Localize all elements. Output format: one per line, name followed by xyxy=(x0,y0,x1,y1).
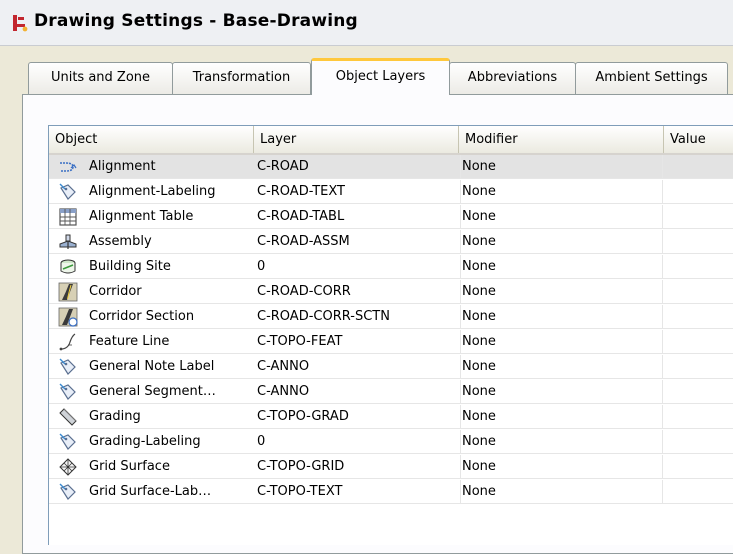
modifier-cell[interactable]: None xyxy=(460,255,660,278)
label-icon xyxy=(58,382,78,402)
label-icon xyxy=(58,482,78,502)
modifier-cell[interactable]: None xyxy=(460,330,660,353)
object-cell: Grid Surface-Lab… xyxy=(89,484,212,499)
table-row[interactable]: Grid Surface C-TOPO-GRID None xyxy=(49,455,733,479)
label-icon xyxy=(58,357,78,377)
modifier-cell[interactable]: None xyxy=(460,405,660,428)
table-row[interactable]: Feature Line C-TOPO-FEAT None xyxy=(49,330,733,354)
value-cell[interactable] xyxy=(662,430,733,453)
modifier-cell[interactable]: None xyxy=(460,455,660,478)
object-cell: Assembly xyxy=(89,234,152,249)
alignment-icon xyxy=(58,157,78,177)
modifier-cell[interactable]: None xyxy=(460,430,660,453)
tab-ambient-settings[interactable]: Ambient Settings xyxy=(575,62,728,94)
value-cell[interactable] xyxy=(662,380,733,403)
table-row[interactable]: Alignment C-ROAD None xyxy=(49,155,733,179)
value-cell[interactable] xyxy=(662,305,733,328)
table-row[interactable]: Corridor C-ROAD-CORR None xyxy=(49,280,733,304)
value-cell[interactable] xyxy=(662,355,733,378)
object-cell: General Segment… xyxy=(89,384,216,399)
value-cell[interactable] xyxy=(662,330,733,353)
value-cell[interactable] xyxy=(662,205,733,228)
grading-icon xyxy=(58,407,78,427)
layer-cell[interactable]: C-ROAD xyxy=(257,155,457,178)
table-icon xyxy=(58,207,78,227)
modifier-cell[interactable]: None xyxy=(460,305,660,328)
table-row[interactable]: Grid Surface-Lab… C-TOPO-TEXT None xyxy=(49,480,733,504)
layer-cell[interactable]: C-TOPO-TEXT xyxy=(257,480,457,503)
table-row[interactable]: Grading-Labeling 0 None xyxy=(49,430,733,454)
table-row[interactable]: Grading C-TOPO-GRAD None xyxy=(49,405,733,429)
layer-cell[interactable]: C-ANNO xyxy=(257,355,457,378)
object-cell: Grid Surface xyxy=(89,459,170,474)
object-cell: Corridor Section xyxy=(89,309,195,324)
value-cell[interactable] xyxy=(662,480,733,503)
layer-cell[interactable]: 0 xyxy=(257,430,457,453)
modifier-cell[interactable]: None xyxy=(460,230,660,253)
table-header: Object Layer Modifier Value xyxy=(49,126,733,155)
grid-surface-icon xyxy=(58,457,78,477)
value-cell[interactable] xyxy=(662,405,733,428)
object-cell: Alignment-Labeling xyxy=(89,184,216,199)
value-cell[interactable] xyxy=(662,280,733,303)
corridor-section-icon xyxy=(58,307,78,327)
modifier-cell[interactable]: None xyxy=(460,380,660,403)
tab-object-layers[interactable]: Object Layers xyxy=(311,58,450,95)
object-cell: General Note Label xyxy=(89,359,215,374)
label-icon xyxy=(58,182,78,202)
object-cell: Corridor xyxy=(89,284,142,299)
table-row[interactable]: General Segment… C-ANNO None xyxy=(49,380,733,404)
layer-cell[interactable]: 0 xyxy=(257,255,457,278)
table-row[interactable]: Building Site 0 None xyxy=(49,255,733,279)
modifier-cell[interactable]: None xyxy=(460,280,660,303)
value-cell[interactable] xyxy=(662,230,733,253)
value-cell[interactable] xyxy=(662,455,733,478)
modifier-cell[interactable]: None xyxy=(460,155,660,178)
column-header-object[interactable]: Object xyxy=(49,126,254,153)
civil3d-app-icon xyxy=(8,12,30,34)
modifier-cell[interactable]: None xyxy=(460,355,660,378)
layer-cell[interactable]: C-TOPO-GRAD xyxy=(257,405,457,428)
tab-transformation[interactable]: Transformation xyxy=(172,62,311,94)
object-cell: Grading-Labeling xyxy=(89,434,201,449)
layer-cell[interactable]: C-ROAD-CORR-SCTN xyxy=(257,305,457,328)
feature-line-icon xyxy=(58,332,78,352)
object-cell: Grading xyxy=(89,409,141,424)
object-cell: Alignment Table xyxy=(89,209,194,224)
layer-cell[interactable]: C-TOPO-GRID xyxy=(257,455,457,478)
value-cell[interactable] xyxy=(662,155,733,178)
object-cell: Building Site xyxy=(89,259,171,274)
value-cell[interactable] xyxy=(662,180,733,203)
tab-abbreviations[interactable]: Abbreviations xyxy=(449,62,576,94)
layer-cell[interactable]: C-TOPO-FEAT xyxy=(257,330,457,353)
column-header-modifier[interactable]: Modifier xyxy=(459,126,664,153)
table-row[interactable]: General Note Label C-ANNO None xyxy=(49,355,733,379)
corridor-icon xyxy=(58,282,78,302)
table-row[interactable]: Alignment Table C-ROAD-TABL None xyxy=(49,205,733,229)
assembly-icon xyxy=(58,232,78,252)
layer-cell[interactable]: C-ROAD-TABL xyxy=(257,205,457,228)
table-row[interactable]: Alignment-Labeling C-ROAD-TEXT None xyxy=(49,180,733,204)
table-row[interactable]: Assembly C-ROAD-ASSM None xyxy=(49,230,733,254)
layer-cell[interactable]: C-ANNO xyxy=(257,380,457,403)
object-layers-table[interactable]: Object Layer Modifier Value Alignment C-R… xyxy=(48,125,733,545)
object-cell: Alignment xyxy=(89,159,156,174)
label-icon xyxy=(58,432,78,452)
table-row[interactable]: Corridor Section C-ROAD-CORR-SCTN None xyxy=(49,305,733,329)
layer-cell[interactable]: C-ROAD-ASSM xyxy=(257,230,457,253)
layer-cell[interactable]: C-ROAD-TEXT xyxy=(257,180,457,203)
layer-cell[interactable]: C-ROAD-CORR xyxy=(257,280,457,303)
tab-units-and-zone[interactable]: Units and Zone xyxy=(28,62,173,94)
column-header-value[interactable]: Value xyxy=(664,126,733,153)
window-title: Drawing Settings - Base-Drawing xyxy=(34,11,358,31)
modifier-cell[interactable]: None xyxy=(460,480,660,503)
modifier-cell[interactable]: None xyxy=(460,205,660,228)
value-cell[interactable] xyxy=(662,255,733,278)
object-cell: Feature Line xyxy=(89,334,170,349)
column-header-layer[interactable]: Layer xyxy=(254,126,459,153)
title-bar: Drawing Settings - Base-Drawing xyxy=(0,0,733,46)
building-site-icon xyxy=(58,257,78,277)
modifier-cell[interactable]: None xyxy=(460,180,660,203)
